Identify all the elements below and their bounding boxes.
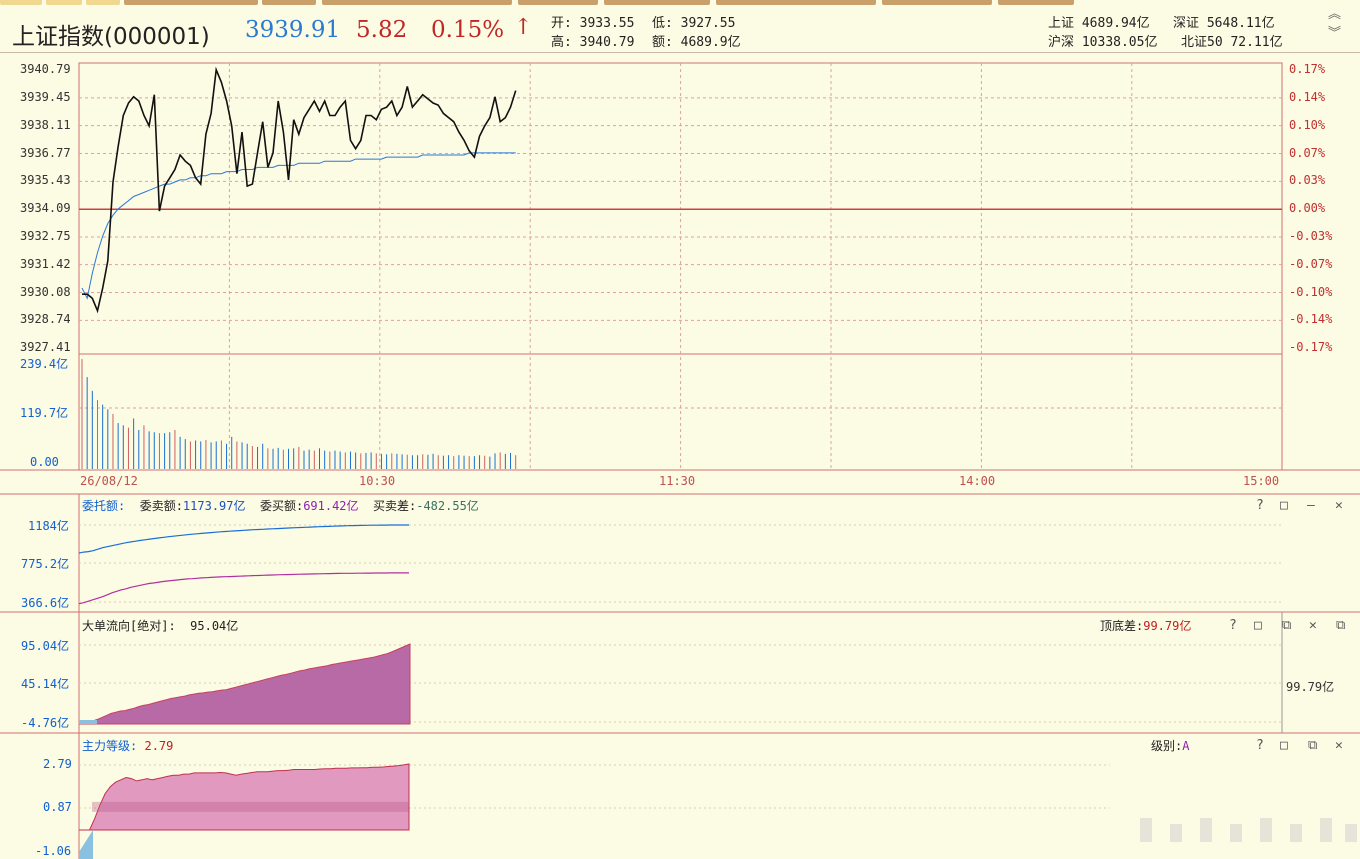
mainforce-band (92, 801, 409, 812)
sell-order-line (78, 524, 409, 554)
intraday-chart-svg (0, 62, 1360, 859)
scroll-indicator (1345, 824, 1357, 842)
buy-order-line (78, 572, 409, 605)
scroll-indicator (1320, 818, 1332, 842)
scroll-indicator (1140, 818, 1152, 842)
mainforce-area (79, 763, 410, 831)
scroll-indicator (1200, 818, 1212, 842)
scroll-indicator (1290, 824, 1302, 842)
avg-price-line (81, 152, 516, 300)
scroll-indicator (1170, 824, 1182, 842)
scroll-indicator (1260, 818, 1272, 842)
bigorder-start-mark (79, 720, 97, 724)
mainforce-start-mark (79, 830, 93, 859)
scroll-indicator (1230, 824, 1242, 842)
bigorder-area (78, 643, 411, 725)
price-line (82, 66, 517, 314)
